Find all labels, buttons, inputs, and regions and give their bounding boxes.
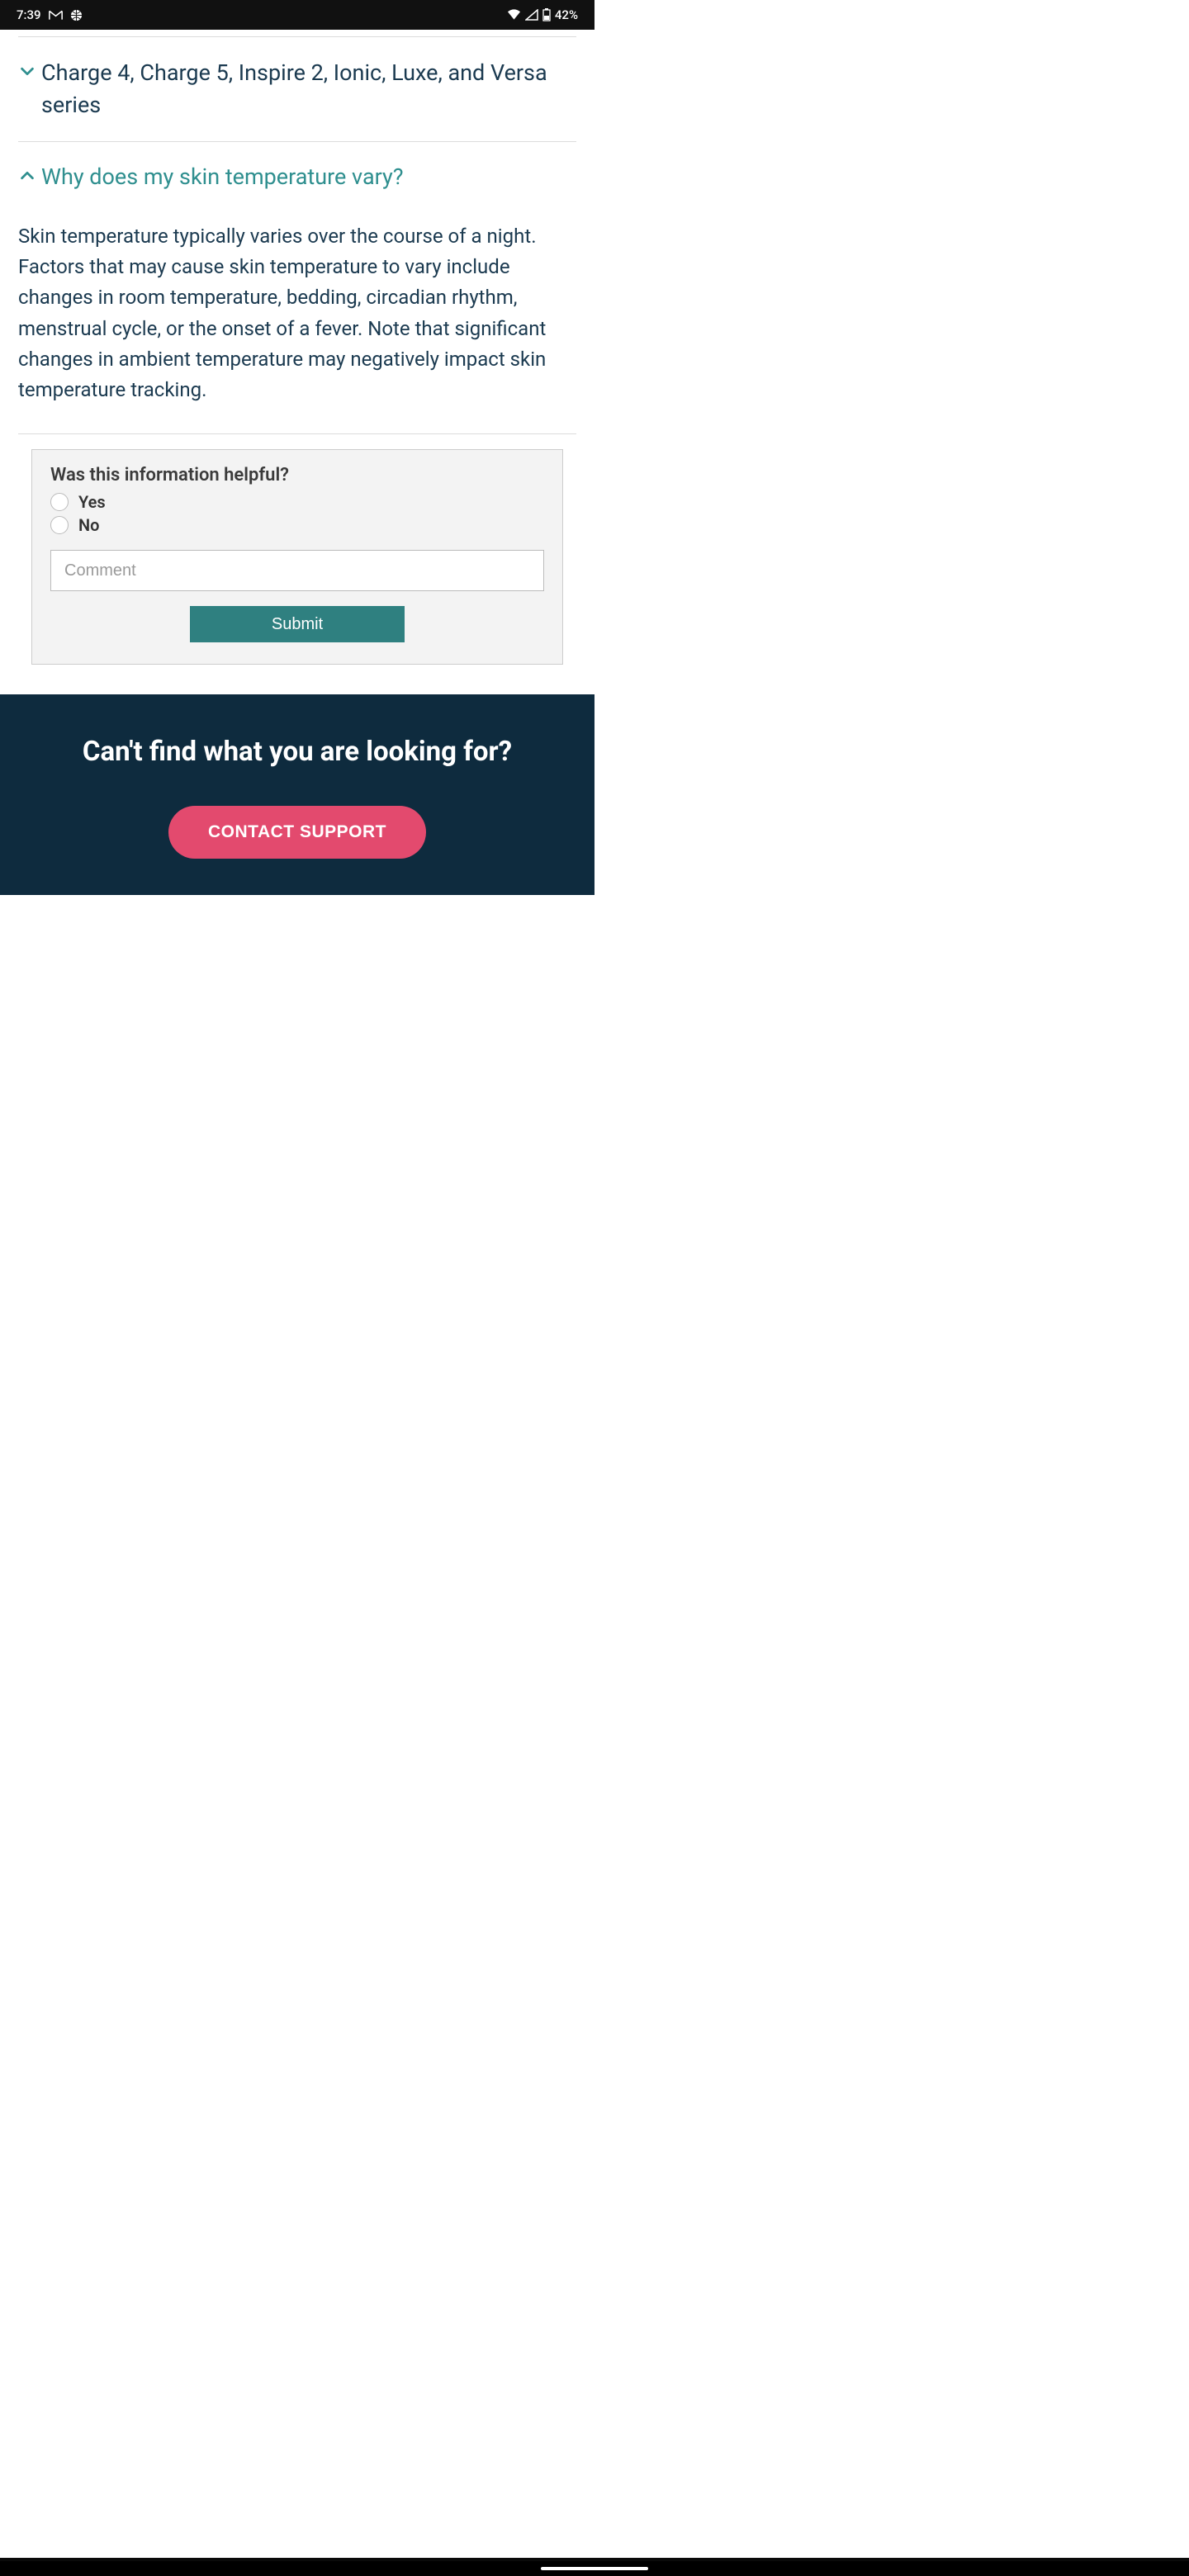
battery-icon <box>542 8 551 21</box>
footer-title: Can't find what you are looking for? <box>25 734 570 771</box>
status-right: 42% <box>507 7 578 22</box>
status-left: 7:39 <box>17 7 83 22</box>
footer: Can't find what you are looking for? CON… <box>0 694 594 895</box>
radio-label: No <box>78 515 99 535</box>
main-content: Charge 4, Charge 5, Inspire 2, Ionic, Lu… <box>0 36 594 665</box>
accordion-item-skin-temp[interactable]: Why does my skin temperature vary? <box>18 142 576 213</box>
home-indicator[interactable] <box>541 2567 648 2570</box>
app-icon <box>70 9 83 21</box>
accordion-title: Charge 4, Charge 5, Inspire 2, Ionic, Lu… <box>41 57 576 121</box>
status-bar: 7:39 42% <box>0 0 594 30</box>
chevron-up-icon <box>18 167 41 188</box>
status-time: 7:39 <box>17 7 41 22</box>
wifi-icon <box>507 9 521 21</box>
feedback-box: Was this information helpful? Yes No Sub… <box>31 449 563 665</box>
accordion-body: Skin temperature typically varies over t… <box>18 213 576 433</box>
contact-support-button[interactable]: CONTACT SUPPORT <box>168 806 426 859</box>
feedback-title: Was this information helpful? <box>50 465 544 485</box>
radio-icon <box>50 493 69 511</box>
gmail-icon <box>49 10 63 21</box>
submit-button[interactable]: Submit <box>190 606 405 642</box>
radio-no[interactable]: No <box>50 515 544 535</box>
radio-label: Yes <box>78 492 106 512</box>
radio-icon <box>50 516 69 534</box>
cell-signal-icon <box>525 9 538 21</box>
system-nav-bar <box>0 2561 1189 2576</box>
divider <box>18 433 576 434</box>
accordion-item-devices[interactable]: Charge 4, Charge 5, Inspire 2, Ionic, Lu… <box>18 37 576 141</box>
chevron-down-icon <box>18 62 41 83</box>
radio-yes[interactable]: Yes <box>50 492 544 512</box>
accordion-title: Why does my skin temperature vary? <box>41 162 404 193</box>
battery-percent: 42% <box>555 7 578 22</box>
comment-input[interactable] <box>50 550 544 591</box>
